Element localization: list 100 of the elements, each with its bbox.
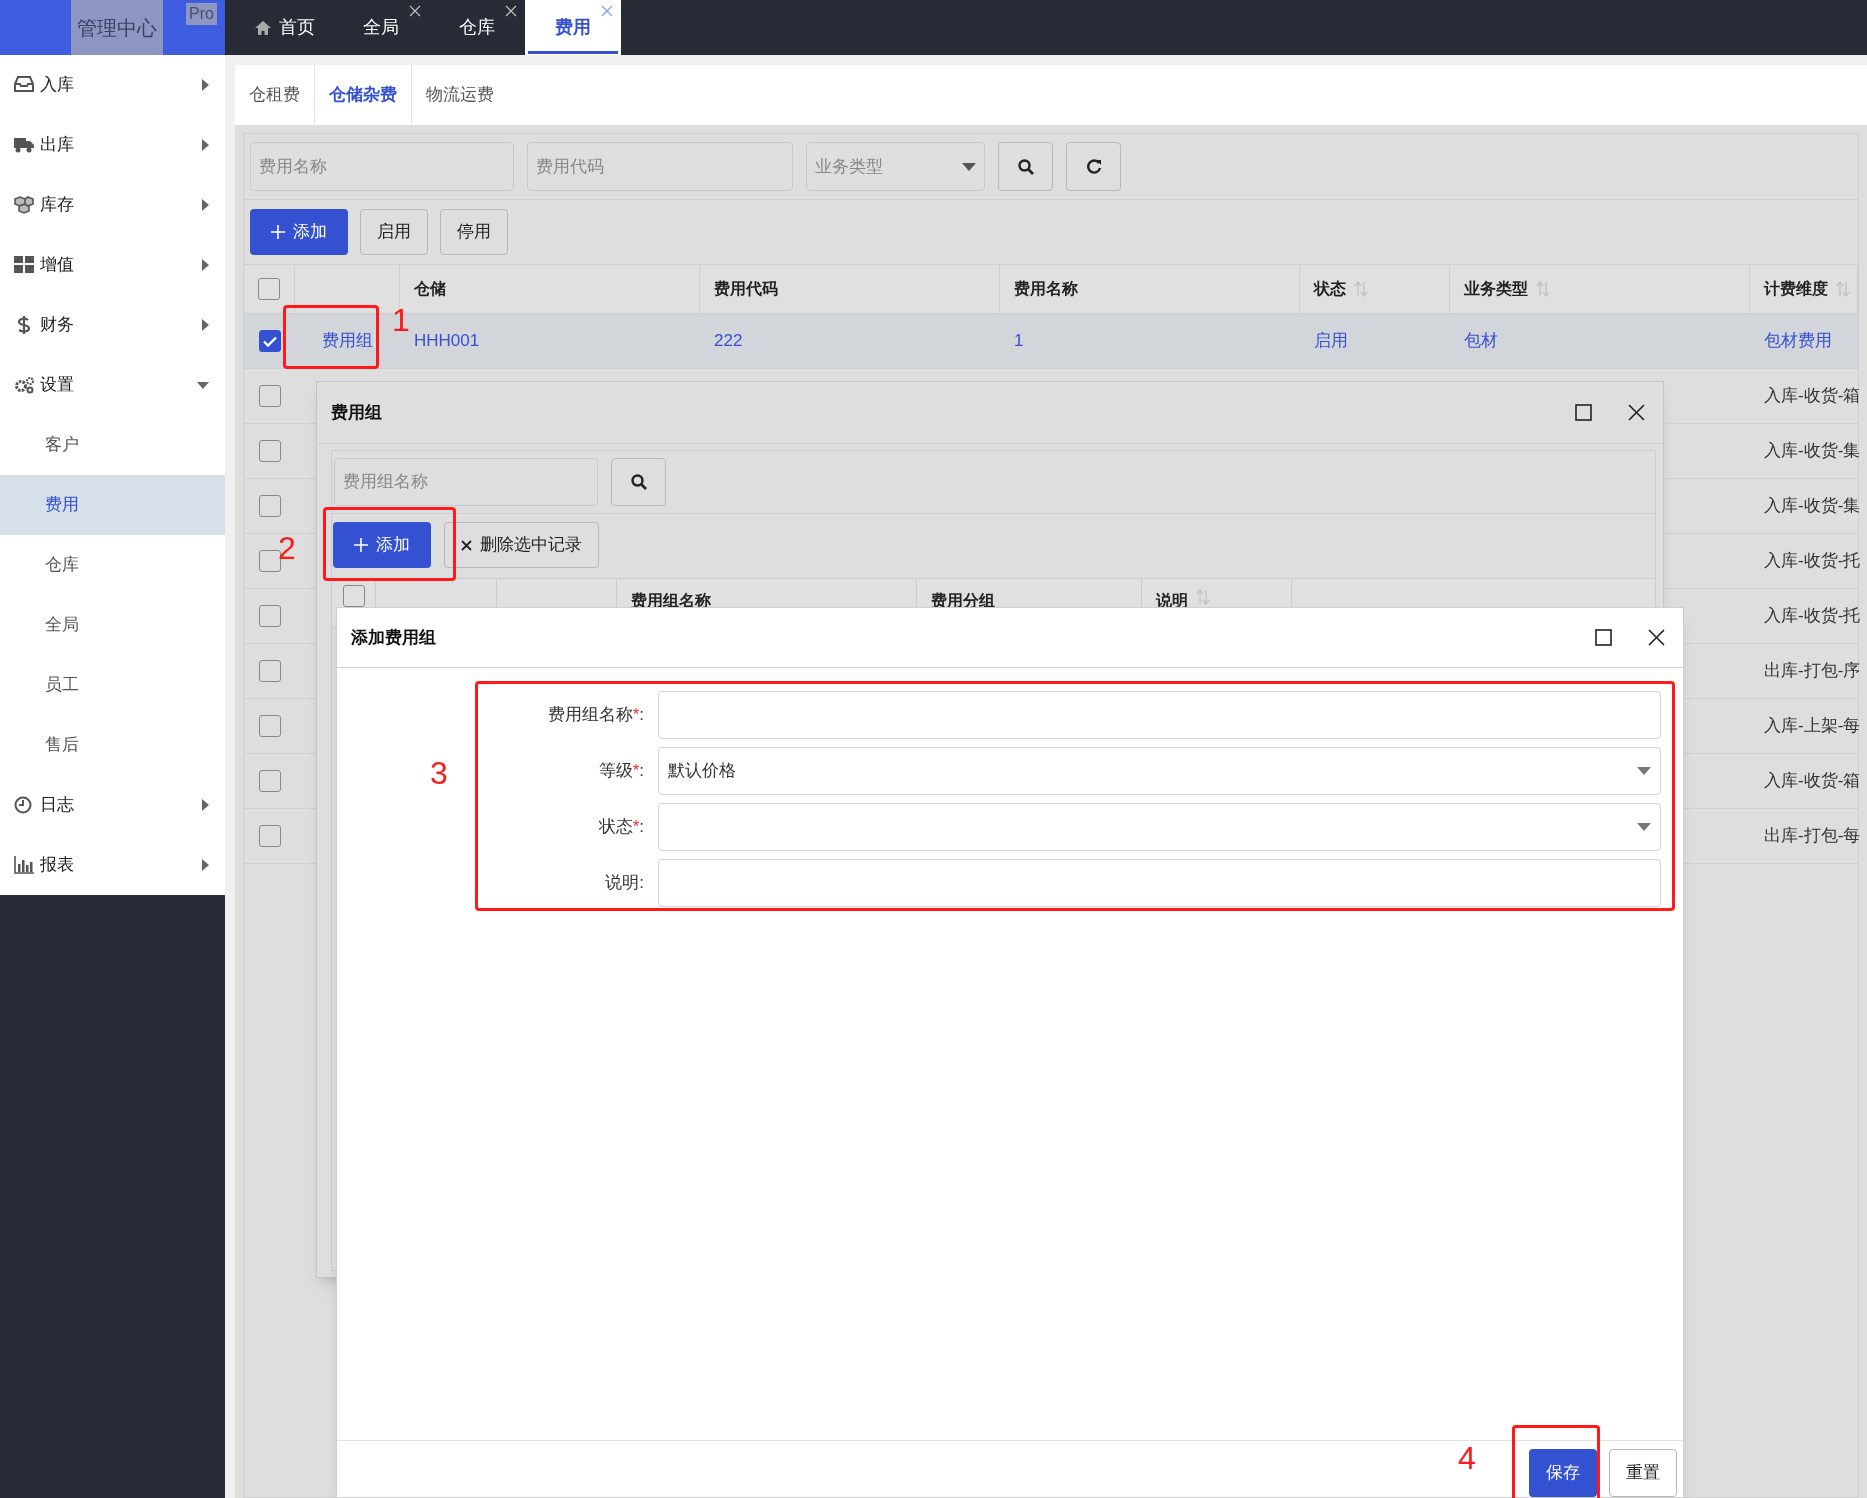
save-button[interactable]: 保存 [1529, 1449, 1597, 1497]
subtab[interactable]: 物流运费 [412, 65, 508, 125]
table-cell-text: 222 [714, 330, 743, 353]
sidebar-item[interactable]: 出库 [0, 115, 225, 175]
pro-badge: Pro [186, 3, 217, 25]
checkbox[interactable] [258, 770, 281, 792]
maximize-icon [1575, 404, 1592, 421]
column-header: 计费维度 [1764, 279, 1828, 299]
close-icon [461, 539, 472, 551]
logo-title: 管理中心 [71, 0, 163, 55]
sidebar-subitem[interactable]: 全局 [0, 595, 225, 655]
checkbox[interactable] [258, 385, 281, 407]
sidebar-item[interactable]: 库存 [0, 175, 225, 235]
annotation-number: 4 [1458, 1440, 1476, 1476]
sidebar-item[interactable]: 入库 [0, 55, 225, 115]
sidebar-item[interactable]: 增值 [0, 235, 225, 295]
select-field[interactable] [658, 803, 1661, 851]
select-field[interactable]: 默认价格 [658, 747, 1661, 795]
column-header: 业务类型 [1464, 279, 1528, 299]
table-cell-text: 出库-打包-序 [1764, 660, 1861, 683]
table-cell-text: 入库-收货-箱 [1764, 385, 1861, 408]
bar-chart-icon [14, 856, 34, 874]
toolbar-button[interactable]: 停用 [440, 209, 508, 255]
tab[interactable]: 仓库 [429, 0, 525, 55]
search-button[interactable] [611, 458, 666, 506]
sidebar-item[interactable]: 设置 [0, 355, 225, 415]
add-button[interactable]: 添加 [333, 522, 431, 568]
cubes-icon [14, 196, 34, 214]
sidebar-subitem[interactable]: 仓库 [0, 535, 225, 595]
checkbox[interactable] [258, 278, 280, 300]
table-cell-text: 包材费用 [1764, 330, 1832, 353]
input-field[interactable] [658, 691, 1661, 739]
caret-down-icon [1637, 767, 1651, 775]
annotation-number: 3 [430, 755, 448, 791]
table-cell-text: 启用 [1314, 330, 1348, 353]
column-header: 费用名称 [1014, 279, 1078, 299]
clock-icon [14, 796, 34, 814]
sidebar-item[interactable]: 财务 [0, 295, 225, 355]
caret-down-icon [1637, 823, 1651, 831]
caret-down-icon [962, 162, 976, 171]
field-label: 说明: [604, 872, 644, 895]
table-cell-text: 入库-上架-每 [1764, 715, 1861, 738]
search-icon [1017, 158, 1034, 175]
input-field[interactable] [658, 859, 1661, 907]
search-icon [630, 474, 647, 490]
column-header: 仓储 [414, 279, 446, 299]
checkbox[interactable] [258, 715, 281, 737]
search-button[interactable] [998, 142, 1053, 191]
checkbox[interactable] [258, 605, 281, 627]
sidebar-item[interactable]: 日志 [0, 775, 225, 835]
table-cell-text: 入库-收货-托 [1764, 550, 1861, 573]
table-cell-text: 包材 [1464, 330, 1498, 353]
gears-icon [14, 376, 34, 394]
table-cell-text: 1 [1014, 330, 1024, 353]
sidebar-subitem[interactable]: 费用 [0, 475, 225, 535]
truck-icon [14, 136, 34, 154]
table-cell-text: 入库-收货-箱 [1764, 770, 1861, 793]
table-cell-text: 入库-收货-集 [1764, 440, 1861, 463]
tab[interactable]: 费用 [525, 0, 621, 55]
link[interactable]: 费用组 [322, 328, 373, 354]
sidebar-item[interactable]: 报表 [0, 835, 225, 895]
tab[interactable]: 全局 [333, 0, 429, 55]
table-cell-text: 入库-收货-托 [1764, 605, 1861, 628]
sidebar-subitem[interactable]: 客户 [0, 415, 225, 475]
reset-button[interactable]: 重置 [1609, 1449, 1677, 1497]
refresh-icon [1085, 158, 1102, 175]
subtab[interactable]: 仓租费 [235, 65, 314, 125]
checkbox[interactable] [258, 440, 281, 462]
checkbox[interactable] [258, 825, 281, 847]
checkbox[interactable] [258, 550, 281, 572]
maximize-icon [1595, 629, 1612, 646]
annotation-number: 1 [392, 302, 410, 338]
checkbox[interactable] [258, 660, 281, 682]
close-icon [1648, 629, 1665, 646]
refresh-button[interactable] [1066, 142, 1121, 191]
checkbox[interactable] [258, 330, 281, 352]
toolbar-button[interactable]: 启用 [360, 209, 428, 255]
delete-button[interactable]: 删除选中记录 [444, 522, 599, 568]
add-button[interactable]: 添加 [250, 209, 348, 255]
inbox-icon [14, 76, 34, 94]
plus-icon [271, 225, 285, 239]
plus-icon [354, 538, 368, 552]
subtab[interactable]: 仓储杂费 [314, 65, 412, 125]
tab[interactable]: 首页 [237, 0, 333, 55]
table-cell-text: 入库-收货-集 [1764, 495, 1861, 518]
sidebar-subitem[interactable]: 售后 [0, 715, 225, 775]
annotation-number: 2 [278, 530, 296, 566]
checkbox[interactable] [258, 495, 281, 517]
table-cell-text: 出库-打包-每 [1764, 825, 1861, 848]
dialog-title: 费用组 [331, 401, 383, 424]
field-label: 费用组名称*: [546, 704, 644, 727]
column-header: 状态 [1314, 279, 1346, 299]
table-cell-text: HHH001 [414, 330, 480, 353]
grid-icon [14, 256, 34, 274]
check-icon [262, 335, 277, 347]
column-header: 费用代码 [714, 279, 778, 299]
close-icon [1628, 404, 1645, 421]
sidebar-subitem[interactable]: 员工 [0, 655, 225, 715]
field-label: 状态*: [597, 816, 644, 839]
field-label: 等级*: [597, 760, 644, 783]
